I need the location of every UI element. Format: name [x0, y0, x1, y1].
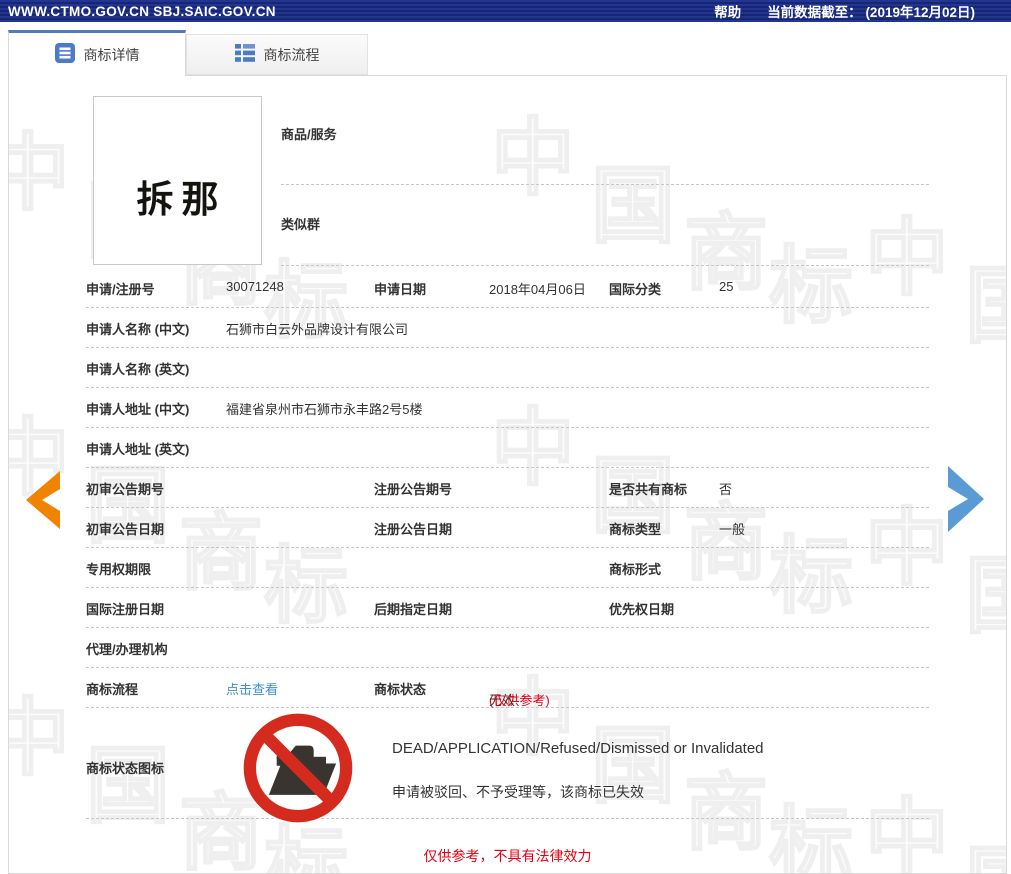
- status-english-text: DEAD/APPLICATION/Refused/Dismissed or In…: [392, 740, 764, 757]
- field-label: 申请人地址 (中文): [86, 399, 189, 418]
- next-arrow-button[interactable]: [946, 466, 986, 537]
- field-label: 注册公告日期: [374, 519, 452, 538]
- legal-disclaimer: 仅供参考，不具有法律效力: [9, 846, 1006, 866]
- field-row-agency: 代理/办理机构: [86, 628, 929, 668]
- status-icon-label: 商标状态图标: [86, 758, 164, 777]
- field-value: 福建省泉州市石狮市永丰路2号5楼: [226, 399, 422, 418]
- field-value: 石狮市白云外品牌设计有限公司: [226, 319, 408, 338]
- field-row-address-cn: 申请人地址 (中文) 福建省泉州市石狮市永丰路2号5楼: [86, 388, 929, 428]
- field-label: 申请人名称 (中文): [86, 319, 189, 338]
- field-row-applicant-cn: 申请人名称 (中文) 石狮市白云外品牌设计有限公司: [86, 308, 929, 348]
- divider: [281, 184, 929, 185]
- field-row-status-icon: 商标状态图标 DEAD/APPLICATION/Refused/Dismisse…: [86, 708, 929, 819]
- goods-services-label: 商品/服务: [281, 124, 337, 143]
- field-value: 一般: [719, 519, 745, 538]
- field-label: 注册公告期号: [374, 479, 452, 498]
- field-row-exclusive-term: 专用权期限 商标形式: [86, 548, 929, 588]
- field-label: 商标形式: [609, 559, 661, 578]
- field-label: 申请日期: [374, 279, 426, 298]
- similar-group-label: 类似群: [281, 214, 320, 233]
- field-value: 否: [719, 479, 732, 498]
- field-value: 25: [719, 279, 733, 294]
- divider: [281, 265, 929, 266]
- help-link[interactable]: 帮助: [714, 1, 741, 21]
- site-url-text: WWW.CTMO.GOV.CN SBJ.SAIC.GOV.CN: [8, 4, 276, 19]
- field-label: 代理/办理机构: [86, 639, 168, 658]
- field-label: 是否共有商标: [609, 479, 687, 498]
- view-process-link[interactable]: 点击查看: [226, 679, 278, 698]
- previous-arrow-button[interactable]: [26, 471, 62, 534]
- tab-trademark-detail[interactable]: 商标详情: [8, 30, 186, 76]
- field-label: 申请人地址 (英文): [86, 439, 189, 458]
- field-row-registration: 申请/注册号 30071248 申请日期 2018年04月06日 国际分类 25: [86, 268, 929, 308]
- field-label: 后期指定日期: [374, 599, 452, 618]
- tab-process-label: 商标流程: [264, 45, 320, 65]
- field-row-address-en: 申请人地址 (英文): [86, 428, 929, 468]
- tab-trademark-process[interactable]: 商标流程: [186, 34, 368, 75]
- document-list-icon: [55, 43, 75, 66]
- process-label: 商标流程: [86, 679, 138, 698]
- status-label: 商标状态: [374, 679, 426, 698]
- field-label: 专用权期限: [86, 559, 151, 578]
- field-value: 2018年04月06日: [489, 279, 586, 298]
- field-row-intl-dates: 国际注册日期 后期指定日期 优先权日期: [86, 588, 929, 628]
- top-bar: WWW.CTMO.GOV.CN SBJ.SAIC.GOV.CN 帮助 当前数据截…: [0, 0, 1011, 22]
- trademark-image: 拆那: [93, 96, 262, 265]
- tab-detail-label: 商标详情: [84, 45, 140, 65]
- field-label: 国际分类: [609, 279, 661, 298]
- status-chinese-text: 申请被驳回、不予受理等，该商标已失效: [392, 782, 644, 802]
- field-label: 国际注册日期: [86, 599, 164, 618]
- field-label: 申请/注册号: [86, 279, 155, 298]
- field-label: 优先权日期: [609, 599, 674, 618]
- field-label: 初审公告期号: [86, 479, 164, 498]
- field-row-announcement-date: 初审公告日期 注册公告日期 商标类型 一般: [86, 508, 929, 548]
- field-label: 申请人名称 (英文): [86, 359, 189, 378]
- list-icon: [235, 43, 255, 66]
- data-cutoff-date: 当前数据截至： (2019年12月02日): [767, 1, 975, 21]
- field-row-announcement-no: 初审公告期号 注册公告期号 是否共有商标 否: [86, 468, 929, 508]
- field-label: 初审公告日期: [86, 519, 164, 538]
- field-value: 30071248: [226, 279, 284, 294]
- trademark-detail-panel: 中国商标中国商标中国商标中国商标中国商标中国商标中国商标中国商标中国商标 拆那 …: [8, 75, 1007, 874]
- field-row-process-status: 商标流程 点击查看 商标状态 无效(仅供参考): [86, 668, 929, 708]
- trademark-mark-text: 拆那: [137, 169, 227, 223]
- field-label: 商标类型: [609, 519, 661, 538]
- status-note: (仅供参考): [489, 690, 550, 709]
- dead-trademark-prohibited-folder-icon: [242, 712, 354, 829]
- field-row-applicant-en: 申请人名称 (英文): [86, 348, 929, 388]
